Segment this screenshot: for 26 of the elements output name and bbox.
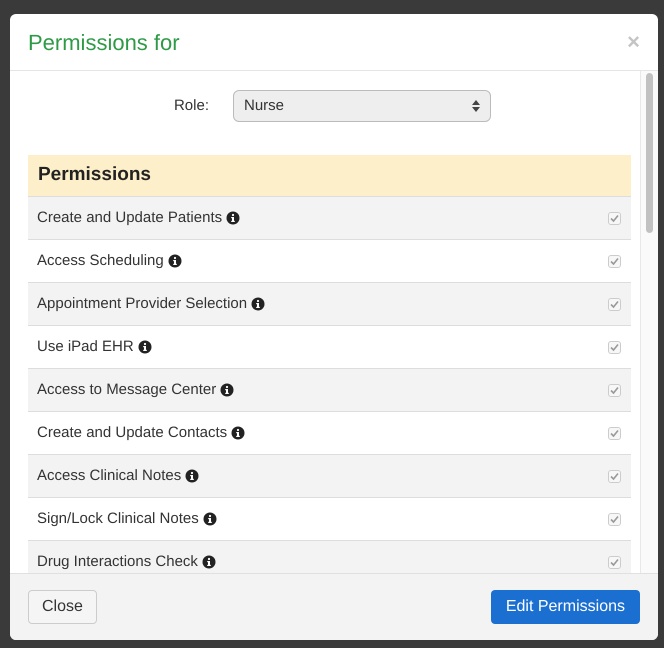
updown-caret-icon xyxy=(472,100,480,112)
info-icon[interactable] xyxy=(251,297,266,311)
permission-label: Access to Message Center xyxy=(37,380,216,400)
info-icon[interactable] xyxy=(138,340,152,354)
info-icon[interactable] xyxy=(226,211,240,225)
permission-label: Access Clinical Notes xyxy=(37,466,182,486)
permission-label: Use iPad EHR xyxy=(37,336,134,357)
permission-label: Drug Interactions Check xyxy=(37,552,198,572)
permission-label: Access Scheduling xyxy=(37,250,164,271)
info-icon[interactable] xyxy=(202,555,216,569)
close-button[interactable]: Close xyxy=(28,590,97,624)
scrollbar-thumb[interactable] xyxy=(646,73,653,233)
info-icon[interactable] xyxy=(202,512,217,526)
permission-label: Create and Update Contacts xyxy=(37,422,228,443)
info-icon[interactable] xyxy=(185,469,200,483)
permission-label: Sign/Lock Clinical Notes xyxy=(37,508,199,529)
dialog-title: Permissions for xyxy=(28,28,180,56)
info-icon[interactable] xyxy=(220,383,234,397)
permission-label: Create and Update Patients xyxy=(37,208,222,228)
permission-label: Appointment Provider Selection xyxy=(37,294,248,314)
role-label: Role: xyxy=(172,96,210,116)
role-select[interactable]: Nurse xyxy=(233,90,491,122)
info-icon[interactable] xyxy=(231,426,246,440)
info-icon[interactable] xyxy=(168,254,182,268)
edit-permissions-button[interactable]: Edit Permissions xyxy=(490,590,640,624)
permissions-heading: Permissions xyxy=(28,155,631,197)
